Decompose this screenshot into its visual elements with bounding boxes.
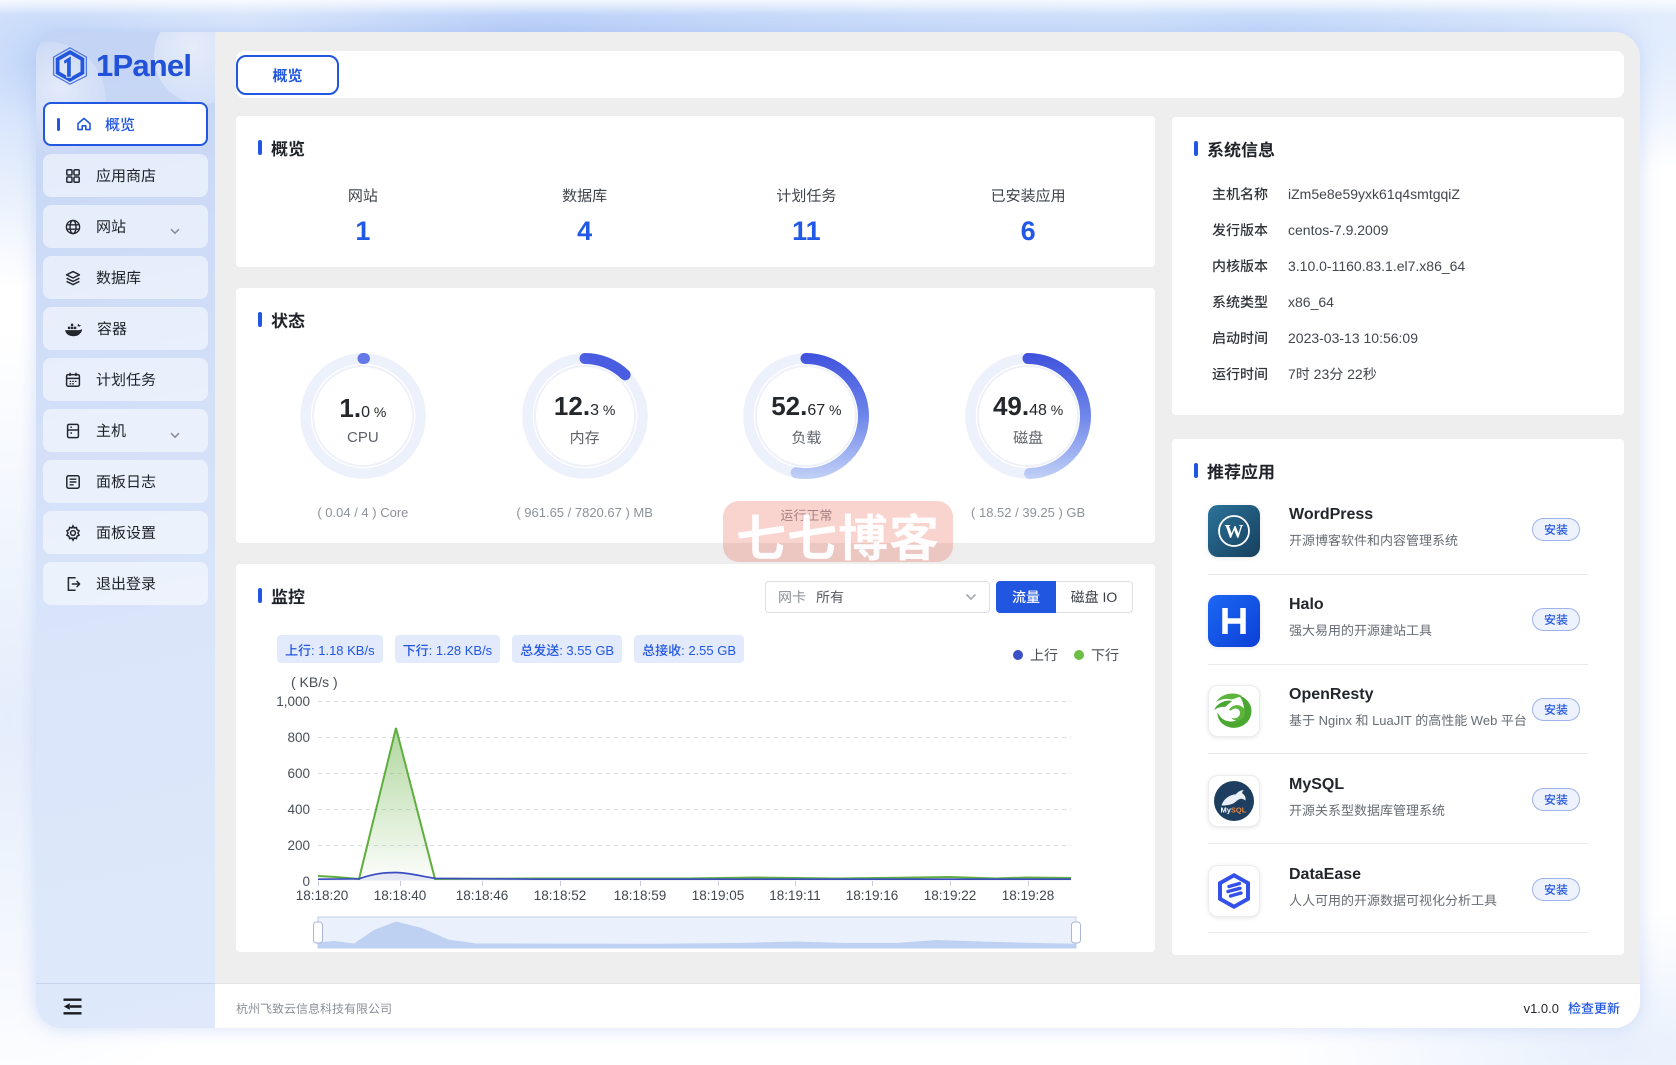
svg-text:18:19:16: 18:19:16: [846, 888, 899, 903]
svg-text:0: 0: [302, 874, 310, 889]
svg-text:18:18:52: 18:18:52: [534, 888, 587, 903]
svg-text:1,000: 1,000: [276, 694, 310, 709]
svg-text:400: 400: [287, 802, 310, 817]
svg-text:W: W: [1225, 522, 1244, 543]
svg-text:18:18:46: 18:18:46: [456, 888, 509, 903]
svg-text:18:18:40: 18:18:40: [374, 888, 427, 903]
svg-text:18:19:11: 18:19:11: [769, 888, 821, 903]
svg-text:18:19:22: 18:19:22: [924, 888, 977, 903]
svg-text:800: 800: [287, 730, 310, 745]
svg-text:18:18:59: 18:18:59: [614, 888, 667, 903]
svg-text:MySQL: MySQL: [1221, 806, 1247, 815]
svg-text:18:19:28: 18:19:28: [1002, 888, 1055, 903]
svg-text:600: 600: [287, 766, 310, 781]
svg-text:200: 200: [287, 838, 310, 853]
svg-text:18:19:05: 18:19:05: [692, 888, 745, 903]
svg-text:18:18:20: 18:18:20: [296, 888, 349, 903]
